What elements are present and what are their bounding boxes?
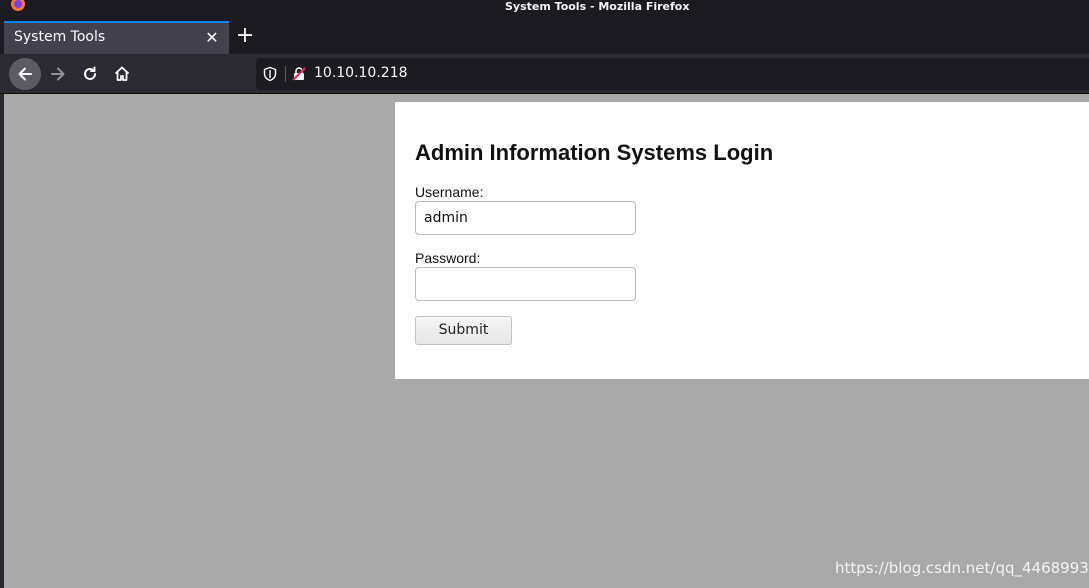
forward-button[interactable] [42, 58, 74, 90]
password-input[interactable] [415, 267, 636, 301]
page-content: Admin Information Systems Login Username… [4, 94, 1089, 588]
close-icon[interactable]: ✕ [204, 28, 220, 48]
window-titlebar: System Tools - Mozilla Firefox [0, 0, 1089, 14]
home-icon [114, 66, 130, 81]
submit-button[interactable]: Submit [415, 316, 512, 345]
username-label: Username: [415, 184, 484, 200]
reload-icon [84, 66, 96, 80]
nav-toolbar: 10.10.10.218 [0, 54, 1089, 94]
password-label: Password: [415, 250, 481, 266]
url-bar[interactable]: 10.10.10.218 [256, 58, 1089, 90]
login-card: Admin Information Systems Login Username… [395, 102, 1089, 379]
url-text: 10.10.10.218 [314, 65, 408, 81]
window-title: System Tools - Mozilla Firefox [505, 0, 690, 13]
back-button[interactable] [9, 58, 41, 90]
username-input[interactable]: admin [415, 201, 636, 235]
insecure-lock-icon[interactable] [291, 66, 307, 82]
watermark-text: https://blog.csdn.net/qq_44689930 [835, 559, 1089, 577]
url-bar-separator [285, 66, 286, 82]
arrow-right-icon [51, 67, 65, 81]
arrow-left-icon [18, 67, 32, 81]
tab-label: System Tools [14, 29, 106, 45]
reload-button[interactable] [74, 58, 106, 90]
home-button[interactable] [106, 58, 138, 90]
page-title: Admin Information Systems Login [415, 140, 774, 165]
plus-icon[interactable]: + [234, 24, 256, 48]
tab-strip: System Tools ✕ + [0, 14, 1089, 54]
tracking-shield-icon[interactable] [262, 66, 278, 82]
tab-system-tools[interactable]: System Tools ✕ [4, 21, 229, 54]
